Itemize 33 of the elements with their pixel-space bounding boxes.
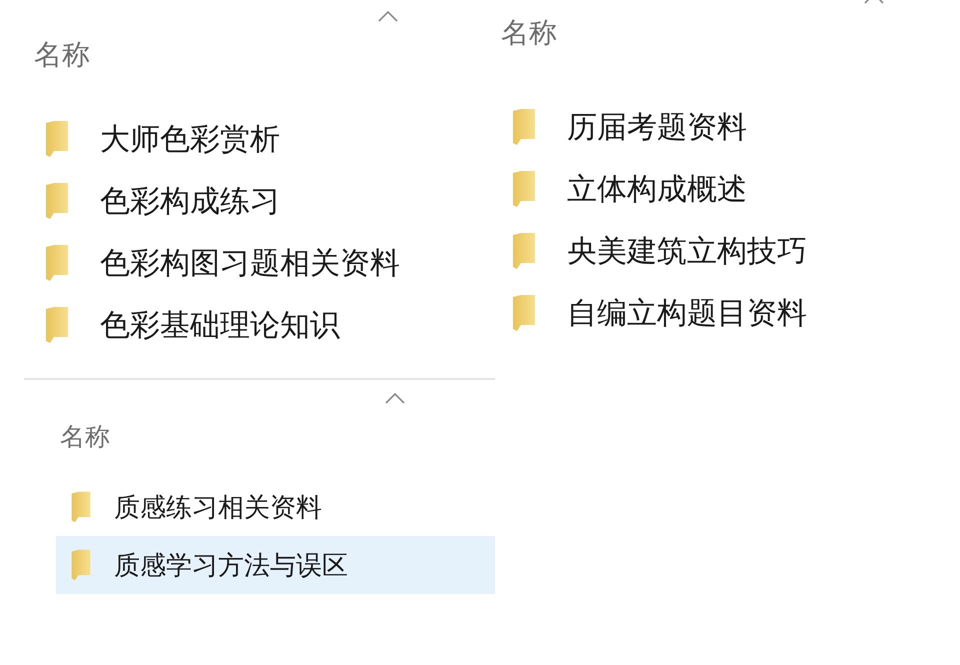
folder-row[interactable]: 色彩基础理论知识 xyxy=(34,294,495,356)
folder-row[interactable]: 大师色彩赏析 xyxy=(34,108,495,170)
folder-icon xyxy=(70,490,92,524)
folder-icon xyxy=(44,243,70,283)
folder-name: 大师色彩赏析 xyxy=(100,120,280,158)
folder-name: 立体构成概述 xyxy=(567,170,747,208)
folder-row[interactable]: 色彩构图习题相关资料 xyxy=(34,232,495,294)
selected-folder-row[interactable]: 质感学习方法与误区 xyxy=(56,536,495,594)
folder-name: 自编立构题目资料 xyxy=(567,294,807,332)
folder-name: 质感练习相关资料 xyxy=(114,492,322,524)
folder-name: 央美建筑立构技巧 xyxy=(567,232,807,270)
folder-row[interactable]: 色彩构成练习 xyxy=(34,170,495,232)
folder-row[interactable]: 立体构成概述 xyxy=(495,158,960,220)
column-header[interactable]: 名称 xyxy=(495,16,557,50)
folder-icon xyxy=(511,293,537,333)
column-header[interactable]: 名称 xyxy=(34,38,90,72)
folder-name: 色彩构成练习 xyxy=(100,182,280,220)
folder-icon xyxy=(44,181,70,221)
folder-row[interactable]: 历届考题资料 xyxy=(495,96,960,158)
folder-icon xyxy=(511,231,537,271)
folder-name: 质感学习方法与误区 xyxy=(114,550,348,582)
folder-icon xyxy=(511,169,537,209)
folder-row[interactable]: 央美建筑立构技巧 xyxy=(495,220,960,282)
column-header[interactable]: 名称 xyxy=(56,422,110,452)
folder-row[interactable]: 自编立构题目资料 xyxy=(495,282,960,344)
folder-name: 色彩基础理论知识 xyxy=(100,306,340,344)
folder-row[interactable]: 质感练习相关资料 xyxy=(56,478,495,536)
folder-icon xyxy=(511,107,537,147)
folder-name: 历届考题资料 xyxy=(567,108,747,146)
folder-icon xyxy=(44,305,70,345)
folder-name: 色彩构图习题相关资料 xyxy=(100,244,400,282)
folder-icon xyxy=(70,548,92,582)
folder-icon xyxy=(44,119,70,159)
